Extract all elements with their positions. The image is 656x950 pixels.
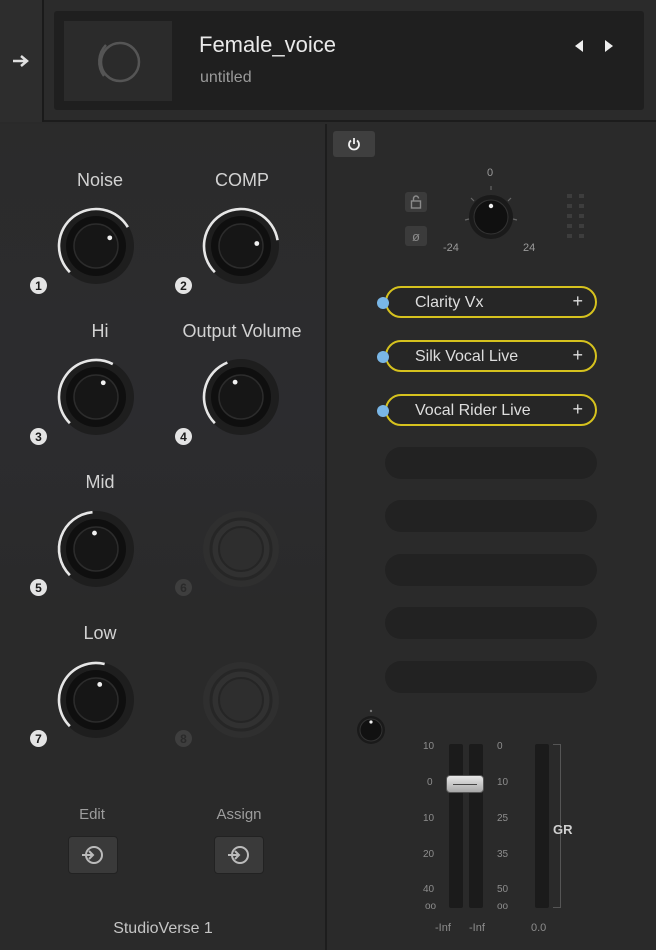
plugin-add-button[interactable]: + bbox=[572, 345, 583, 366]
knob-number-badge: 6 bbox=[175, 579, 192, 596]
lock-button[interactable] bbox=[405, 192, 427, 212]
prev-preset-button[interactable] bbox=[570, 35, 588, 57]
meter-readout-right: -Inf bbox=[469, 922, 485, 934]
knob-label: COMP bbox=[215, 170, 269, 190]
phase-invert-button[interactable]: ø bbox=[405, 226, 427, 246]
output-fader-handle[interactable] bbox=[446, 775, 484, 793]
plugin-active-dot[interactable] bbox=[377, 351, 389, 363]
meter-scale-right: oo bbox=[497, 901, 509, 912]
knob-label: Mid bbox=[85, 472, 115, 492]
knob-link-icon bbox=[228, 846, 249, 864]
gr-label: GR bbox=[553, 822, 573, 837]
knob-number-badge: 7 bbox=[30, 730, 47, 747]
macro-knob-mid[interactable] bbox=[56, 509, 136, 589]
knob-number-badge: 5 bbox=[30, 579, 47, 596]
macro-knob-empty-8[interactable] bbox=[201, 660, 281, 740]
knob-label: Noise bbox=[76, 170, 124, 190]
preset-box[interactable]: Female_voice untitled bbox=[54, 11, 644, 110]
macro-knob-empty-6[interactable] bbox=[201, 509, 281, 589]
plugin-slot-silk-vocal-live[interactable]: Silk Vocal Live + bbox=[377, 340, 597, 372]
meter-scale-left: 40 bbox=[423, 884, 435, 895]
header: Female_voice untitled bbox=[0, 0, 656, 122]
macro-knob-comp[interactable] bbox=[201, 206, 281, 286]
plugin-active-dot[interactable] bbox=[377, 297, 389, 309]
output-meter-left bbox=[449, 744, 463, 908]
meter-scale-left: 20 bbox=[423, 849, 435, 860]
power-button[interactable] bbox=[333, 131, 375, 157]
knob-label: Output Volume bbox=[182, 321, 302, 341]
output-meter-right bbox=[469, 744, 483, 908]
plugin-active-dot[interactable] bbox=[377, 405, 389, 417]
knob-number-badge: 8 bbox=[175, 730, 192, 747]
meter-scale-right: 10 bbox=[497, 777, 509, 788]
power-icon bbox=[348, 138, 360, 151]
meter-scale-left: 10 bbox=[423, 813, 435, 824]
input-level-meter bbox=[567, 194, 584, 238]
meter-scale-right: 0 bbox=[497, 741, 503, 752]
empty-plugin-slot[interactable] bbox=[385, 661, 597, 693]
meter-scale-left: 0 bbox=[427, 777, 433, 788]
macro-knob-output-volume[interactable] bbox=[201, 357, 281, 437]
preset-name[interactable]: Female_voice bbox=[199, 32, 336, 58]
meter-scale-left: oo bbox=[425, 901, 437, 912]
meter-readout-left: -Inf bbox=[435, 922, 451, 934]
empty-plugin-slot[interactable] bbox=[385, 607, 597, 639]
knob-label: Hi bbox=[91, 321, 109, 341]
next-preset-button[interactable] bbox=[600, 35, 618, 57]
macro-knob-noise[interactable] bbox=[56, 206, 136, 286]
meter-scale-right: 25 bbox=[497, 813, 509, 824]
gain-scale-min: -24 bbox=[443, 242, 459, 254]
phase-icon: ø bbox=[412, 228, 420, 244]
meter-scale-right: 35 bbox=[497, 849, 509, 860]
triangle-left-icon bbox=[575, 40, 583, 52]
plugin-name: Silk Vocal Live bbox=[415, 348, 519, 365]
empty-plugin-slot[interactable] bbox=[385, 554, 597, 586]
macro-panel: Noise COMP Hi Output Volume Mid Low 1 2 … bbox=[0, 124, 327, 950]
preset-subtitle: untitled bbox=[200, 69, 252, 86]
triangle-right-icon bbox=[605, 40, 613, 52]
assign-label: Assign bbox=[216, 806, 262, 823]
plugin-name: Clarity Vx bbox=[415, 294, 484, 311]
studioverse-label: StudioVerse 1 bbox=[113, 920, 213, 937]
plugin-name: Vocal Rider Live bbox=[415, 402, 531, 419]
macro-knob-hi[interactable] bbox=[56, 357, 136, 437]
plugin-slot-clarity-vx[interactable]: Clarity Vx + bbox=[377, 286, 597, 318]
meter-scale-right: 50 bbox=[497, 884, 509, 895]
arrow-right-icon bbox=[13, 55, 29, 67]
macro-knob-low[interactable] bbox=[56, 660, 136, 740]
output-pan-knob[interactable] bbox=[355, 708, 387, 746]
knob-link-icon bbox=[82, 846, 103, 864]
gain-reduction-meter bbox=[535, 744, 549, 908]
knob-logo-icon bbox=[98, 41, 141, 83]
knob-number-badge: 1 bbox=[30, 277, 47, 294]
edit-button[interactable] bbox=[68, 836, 118, 874]
preset-thumbnail bbox=[64, 21, 172, 101]
knob-number-badge: 4 bbox=[175, 428, 192, 445]
knob-number-badge: 2 bbox=[175, 277, 192, 294]
side-panel-toggle[interactable] bbox=[0, 0, 44, 122]
meter-scale-left: 10 bbox=[423, 741, 435, 752]
knob-label: Low bbox=[83, 623, 117, 643]
knob-number-badge: 3 bbox=[30, 428, 47, 445]
empty-plugin-slot[interactable] bbox=[385, 500, 597, 532]
plugin-add-button[interactable]: + bbox=[572, 399, 583, 420]
plugin-slot-vocal-rider-live[interactable]: Vocal Rider Live + bbox=[377, 394, 597, 426]
lock-icon bbox=[410, 195, 422, 209]
gain-scale-center: 0 bbox=[487, 167, 494, 179]
gr-readout: 0.0 bbox=[531, 922, 547, 934]
gain-scale-max: 24 bbox=[523, 242, 536, 254]
edit-label: Edit bbox=[79, 806, 105, 823]
empty-plugin-slot[interactable] bbox=[385, 447, 597, 479]
input-gain-knob[interactable] bbox=[459, 184, 523, 248]
assign-button[interactable] bbox=[214, 836, 264, 874]
plugin-add-button[interactable]: + bbox=[572, 291, 583, 312]
fx-rack-panel: ø 0 -24 24 Clarity Vx + Silk Vocal Live bbox=[329, 124, 656, 950]
